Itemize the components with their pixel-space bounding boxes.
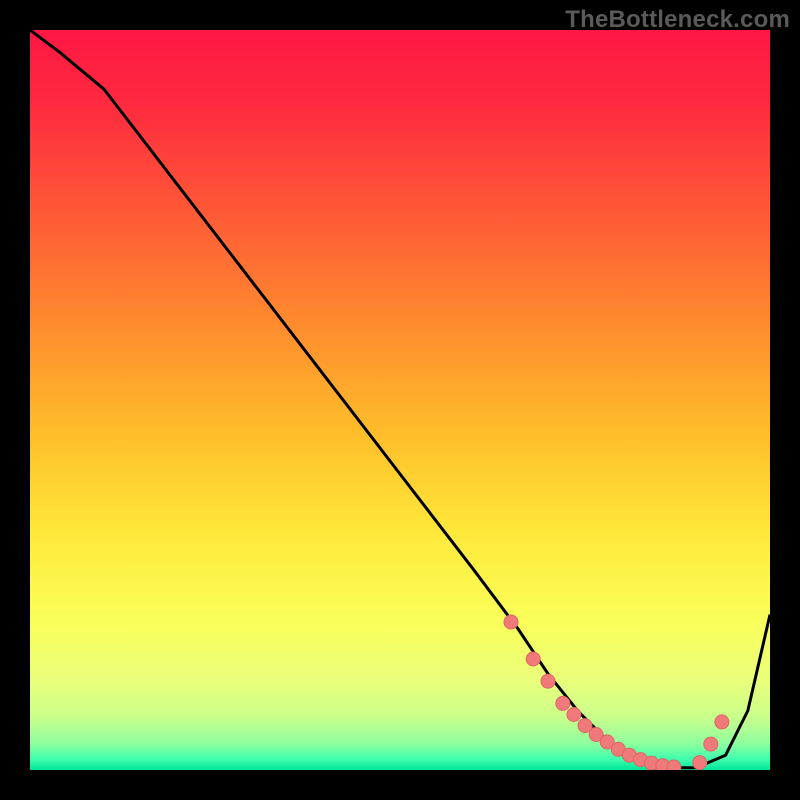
marker-dot	[526, 652, 540, 666]
plot-area	[30, 30, 770, 770]
bottleneck-chart	[30, 30, 770, 770]
marker-dot	[704, 737, 718, 751]
marker-dot	[715, 715, 729, 729]
marker-dot	[567, 708, 581, 722]
marker-dot	[504, 615, 518, 629]
marker-dot	[693, 756, 707, 770]
gradient-background	[30, 30, 770, 770]
chart-stage: TheBottleneck.com	[0, 0, 800, 800]
marker-dot	[541, 674, 555, 688]
marker-dot	[556, 696, 570, 710]
marker-dot	[667, 760, 681, 770]
